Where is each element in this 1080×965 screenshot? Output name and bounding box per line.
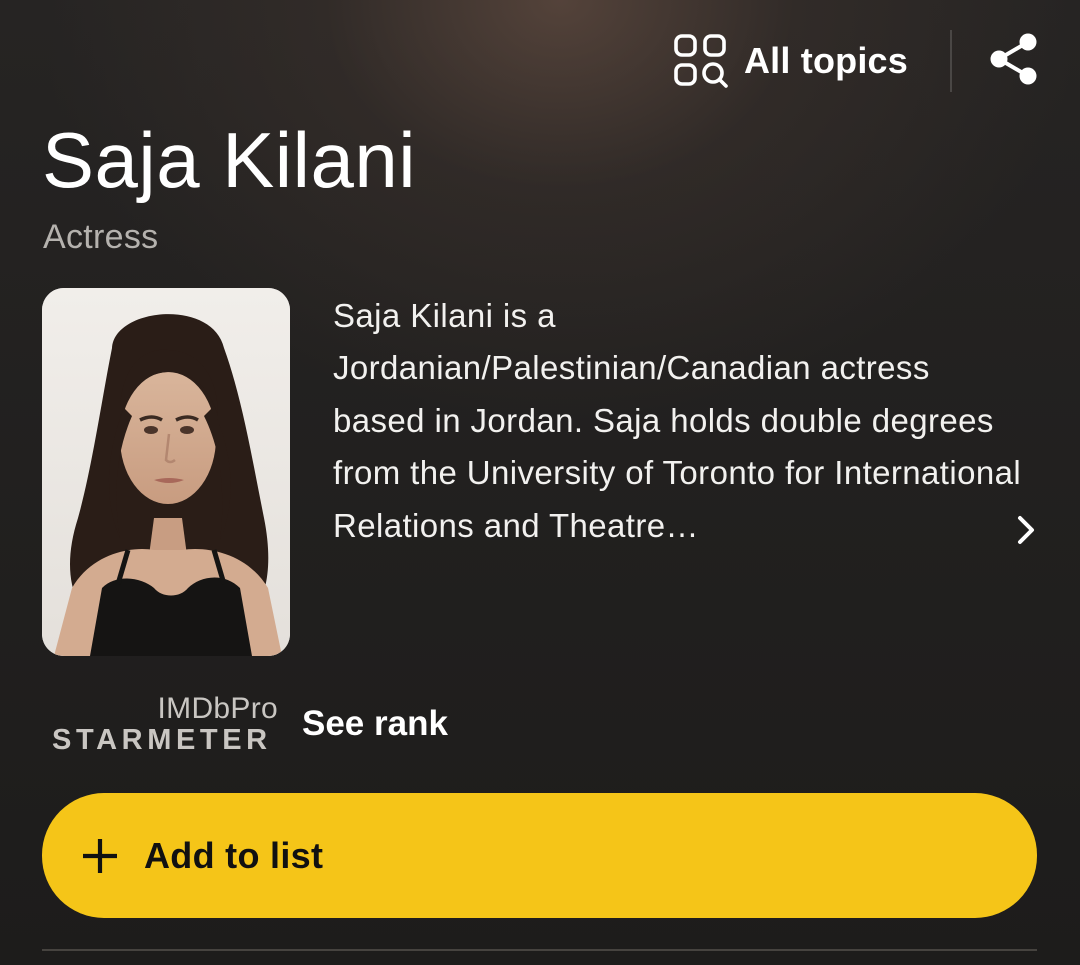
person-name: Saja Kilani bbox=[42, 116, 417, 204]
share-button[interactable] bbox=[988, 31, 1040, 92]
person-role: Actress bbox=[43, 218, 159, 256]
top-bar: All topics bbox=[674, 28, 1040, 94]
see-rank-link[interactable]: See rank bbox=[302, 704, 448, 744]
all-topics-button[interactable]: All topics bbox=[674, 33, 908, 89]
share-icon bbox=[988, 31, 1040, 92]
add-to-list-button[interactable]: Add to list bbox=[42, 793, 1037, 918]
header-divider bbox=[950, 30, 952, 92]
all-topics-label: All topics bbox=[743, 40, 908, 81]
person-photo[interactable] bbox=[42, 288, 290, 656]
plus-icon bbox=[80, 836, 120, 876]
person-bio[interactable]: Saja Kilani is a Jordanian/Palestinian/C… bbox=[333, 290, 1023, 552]
add-to-list-label: Add to list bbox=[144, 834, 324, 876]
section-divider bbox=[42, 949, 1037, 951]
topics-grid-search-icon bbox=[674, 33, 728, 89]
starmeter-badge: IMDbPro STARMETER bbox=[52, 692, 282, 762]
starmeter-label: STARMETER bbox=[52, 724, 272, 756]
imdbpro-label: IMDbPro bbox=[157, 692, 278, 725]
chevron-right-icon[interactable] bbox=[1012, 512, 1042, 553]
